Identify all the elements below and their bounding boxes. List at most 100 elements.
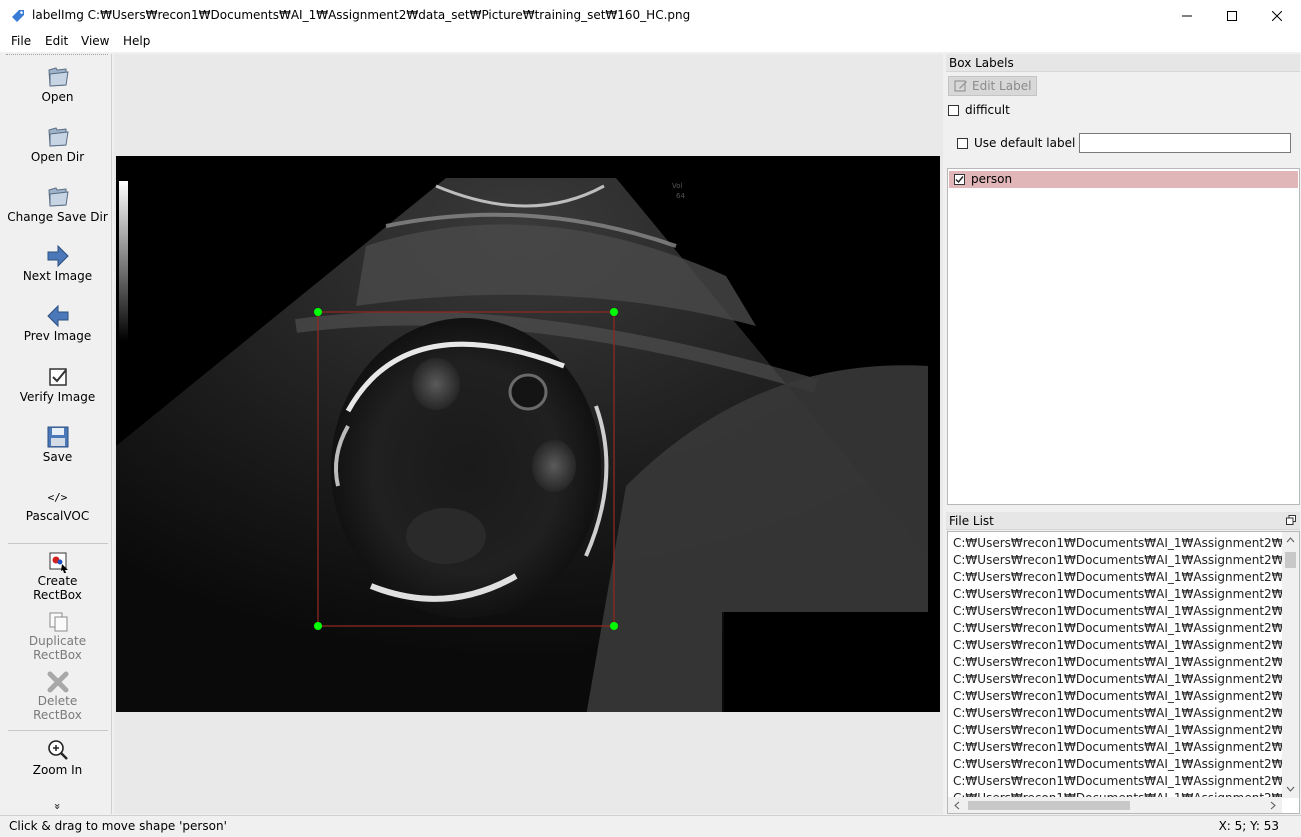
status-message: Click & drag to move shape 'person' <box>9 819 227 833</box>
close-button[interactable] <box>1254 0 1300 32</box>
use-default-label-checkbox[interactable] <box>957 138 968 149</box>
file-list-item[interactable]: C:₩Users₩recon1₩Documents₩AI_1₩Assignmen… <box>953 671 1283 688</box>
file-list[interactable]: C:₩Users₩recon1₩Documents₩AI_1₩Assignmen… <box>947 531 1300 814</box>
folder-open-icon <box>47 187 69 207</box>
format-button[interactable]: </> PascalVOC <box>4 487 111 523</box>
ultrasound-image: Vol 64 <box>116 156 940 712</box>
delete-rectbox-label: Delete RectBox <box>33 694 82 722</box>
file-list-item[interactable]: C:₩Users₩recon1₩Documents₩AI_1₩Assignmen… <box>953 620 1283 637</box>
maximize-icon <box>1227 11 1237 21</box>
duplicate-rectbox-label: Duplicate RectBox <box>28 634 87 662</box>
toolbar-extension-button[interactable]: » <box>4 800 111 813</box>
duplicate-rectbox-button[interactable]: Duplicate RectBox <box>4 610 111 662</box>
dock-float-icon[interactable] <box>1286 515 1296 525</box>
open-label: Open <box>41 90 74 104</box>
next-image-label: Next Image <box>22 269 93 283</box>
open-dir-button[interactable]: Open Dir <box>4 124 111 164</box>
delete-rectbox-button[interactable]: Delete RectBox <box>4 670 111 722</box>
bbox-handle[interactable] <box>610 622 618 630</box>
label-list[interactable]: person <box>947 168 1300 505</box>
file-list-item[interactable]: C:₩Users₩recon1₩Documents₩AI_1₩Assignmen… <box>953 688 1283 705</box>
difficult-label: difficult <box>965 103 1010 117</box>
menu-bar: File Edit View Help <box>0 32 1301 52</box>
bbox-handle[interactable] <box>314 622 322 630</box>
toolbar-divider <box>8 543 108 544</box>
file-list-item[interactable]: C:₩Users₩recon1₩Documents₩AI_1₩Assignmen… <box>953 603 1283 620</box>
file-list-item[interactable]: C:₩Users₩recon1₩Documents₩AI_1₩Assignmen… <box>953 569 1283 586</box>
file-list-item[interactable]: C:₩Users₩recon1₩Documents₩AI_1₩Assignmen… <box>953 586 1283 603</box>
default-label-input[interactable] <box>1079 133 1291 153</box>
save-label: Save <box>42 450 73 464</box>
file-list-item[interactable]: C:₩Users₩recon1₩Documents₩AI_1₩Assignmen… <box>953 637 1283 654</box>
maximize-button[interactable] <box>1209 0 1255 32</box>
save-button[interactable]: Save <box>4 424 111 464</box>
menu-file[interactable]: File <box>11 34 31 48</box>
file-list-item[interactable]: C:₩Users₩recon1₩Documents₩AI_1₩Assignmen… <box>953 535 1283 552</box>
change-save-dir-button[interactable]: Change Save Dir <box>4 184 111 224</box>
next-image-button[interactable]: Next Image <box>4 243 111 283</box>
menu-edit[interactable]: Edit <box>45 34 68 48</box>
checkmark-icon <box>955 176 964 184</box>
arrow-left-icon <box>46 304 68 328</box>
delete-x-icon <box>47 671 68 693</box>
file-list-item[interactable]: C:₩Users₩recon1₩Documents₩AI_1₩Assignmen… <box>953 552 1283 569</box>
toolbar-grip[interactable] <box>6 54 108 57</box>
file-list-title: File List <box>946 512 1300 530</box>
change-save-dir-label: Change Save Dir <box>7 210 108 224</box>
ultrasound-scan-graphic: Vol 64 <box>116 156 940 712</box>
open-button[interactable]: Open <box>4 64 111 104</box>
copy-icon <box>49 612 67 632</box>
checkbox-check-icon <box>48 368 67 386</box>
box-labels-title: Box Labels <box>946 54 1300 72</box>
format-label: PascalVOC <box>25 509 90 523</box>
prev-image-button[interactable]: Prev Image <box>4 303 111 343</box>
arrow-right-icon <box>47 244 69 268</box>
create-rectbox-button[interactable]: Create RectBox <box>4 550 111 602</box>
status-bar: Click & drag to move shape 'person' X: 5… <box>0 815 1301 837</box>
scrollbar-arrows-icon <box>954 801 1276 810</box>
menu-view[interactable]: View <box>81 34 109 48</box>
edit-label-text: Edit Label <box>972 79 1032 93</box>
image-canvas[interactable]: Vol 64 <box>114 54 943 814</box>
code-format-icon: </> <box>47 491 68 504</box>
edit-pencil-icon <box>954 80 967 92</box>
chevron-down-icon: » <box>50 803 64 810</box>
left-toolbar: Open Open Dir Change Save Dir Next Image… <box>4 54 112 814</box>
file-list-item[interactable]: C:₩Users₩recon1₩Documents₩AI_1₩Assignmen… <box>953 773 1283 790</box>
folder-open-icon <box>47 127 69 147</box>
close-icon <box>1272 11 1282 21</box>
scan-corner-text: Vol <box>672 182 683 190</box>
bbox-handle[interactable] <box>314 308 322 316</box>
difficult-checkbox[interactable] <box>948 105 959 116</box>
scrollbar-arrows-icon <box>1285 537 1296 792</box>
folder-open-icon <box>47 67 69 87</box>
app-tag-icon <box>12 10 24 22</box>
create-rectbox-label: Create RectBox <box>33 574 82 602</box>
label-name: person <box>971 172 1013 186</box>
menu-help[interactable]: Help <box>123 34 150 48</box>
file-list-hscrollbar[interactable] <box>948 797 1282 813</box>
open-dir-label: Open Dir <box>30 150 85 164</box>
prev-image-label: Prev Image <box>23 329 92 343</box>
edit-label-button[interactable]: Edit Label <box>948 76 1037 96</box>
verify-image-label: Verify Image <box>19 390 96 404</box>
cursor-coordinates: X: 5; Y: 53 <box>1218 819 1279 833</box>
label-list-item[interactable]: person <box>949 171 1298 188</box>
file-list-item[interactable]: C:₩Users₩recon1₩Documents₩AI_1₩Assignmen… <box>953 654 1283 671</box>
title-bar: labelImg C:₩Users₩recon1₩Documents₩AI_1₩… <box>0 0 1301 33</box>
file-list-item[interactable]: C:₩Users₩recon1₩Documents₩AI_1₩Assignmen… <box>953 722 1283 739</box>
file-list-item[interactable]: C:₩Users₩recon1₩Documents₩AI_1₩Assignmen… <box>953 705 1283 722</box>
create-rect-icon <box>49 552 68 573</box>
zoom-in-button[interactable]: Zoom In <box>4 737 111 777</box>
file-list-vscrollbar[interactable] <box>1282 532 1299 798</box>
use-default-label-text: Use default label <box>974 136 1076 150</box>
label-visible-checkbox[interactable] <box>954 174 965 185</box>
minimize-button[interactable] <box>1164 0 1210 32</box>
bbox-handle[interactable] <box>610 308 618 316</box>
file-list-item[interactable]: C:₩Users₩recon1₩Documents₩AI_1₩Assignmen… <box>953 756 1283 773</box>
zoom-in-icon <box>47 740 68 760</box>
file-list-item[interactable]: C:₩Users₩recon1₩Documents₩AI_1₩Assignmen… <box>953 739 1283 756</box>
verify-image-button[interactable]: Verify Image <box>4 364 111 404</box>
scan-corner-number: 64 <box>676 192 685 200</box>
minimize-icon <box>1182 15 1192 17</box>
